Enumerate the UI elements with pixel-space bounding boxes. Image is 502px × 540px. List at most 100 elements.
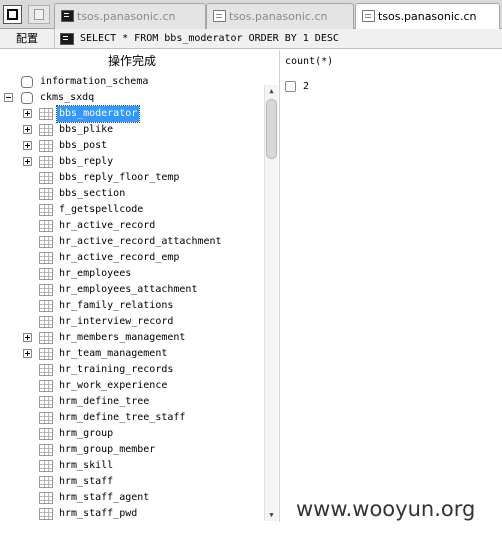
tree-table-hrm_define_tree[interactable]: hrm_define_tree (0, 394, 262, 410)
table-grid-icon (39, 268, 53, 280)
tree-table-bbs_post[interactable]: bbs_post (0, 138, 262, 154)
tree-table-bbs_section[interactable]: bbs_section (0, 186, 262, 202)
result-value: 2 (303, 81, 310, 92)
tree-item-label: bbs_plike (59, 124, 114, 135)
schema-tree-panel: 操作完成 information_schema ckms_sxdq bbs_mode… (0, 50, 280, 522)
tree-item-label: bbs_section (59, 188, 126, 199)
tree-item-label: hr_members_management (59, 332, 186, 343)
tree-table-hr_active_record_emp[interactable]: hr_active_record_emp (0, 250, 262, 266)
document-icon (362, 10, 375, 22)
table-grid-icon (39, 460, 53, 472)
tree-table-hrm_skill[interactable]: hrm_skill (0, 458, 262, 474)
tree-table-hrm_staff[interactable]: hrm_staff (0, 474, 262, 490)
tree-item-label: hrm_staff (59, 476, 114, 487)
scroll-up-arrow-icon[interactable]: ▲ (265, 85, 278, 97)
tab-2[interactable]: tsos.panasonic.cn (206, 3, 354, 29)
tree-item-label: hrm_define_tree_staff (59, 412, 186, 423)
column-header[interactable]: count(*) (285, 56, 333, 67)
plus-box-icon[interactable] (23, 349, 32, 358)
plus-box-icon[interactable] (23, 157, 32, 166)
tree-table-hrm_group_member[interactable]: hrm_group_member (0, 442, 262, 458)
database-icon (21, 76, 33, 88)
tab-3-active[interactable]: tsos.panasonic.cn (355, 3, 500, 30)
tree-database-ckms_sxdq[interactable]: ckms_sxdq (0, 90, 262, 106)
table-grid-icon (39, 220, 53, 232)
tree-table-hr_employees_attachment[interactable]: hr_employees_attachment (0, 282, 262, 298)
tree-item-label: hrm_group_member (59, 444, 156, 455)
tree-table-bbs_plike[interactable]: bbs_plike (0, 122, 262, 138)
tree-item-label: information_schema (40, 76, 149, 87)
tree-item-label: bbs_moderator (55, 105, 141, 123)
tree-table-hr_employees[interactable]: hr_employees (0, 266, 262, 282)
tree-item-label: hr_family_relations (59, 300, 174, 311)
plus-box-icon[interactable] (23, 333, 32, 342)
panel-toggle-button[interactable] (3, 5, 22, 24)
table-grid-icon (39, 236, 53, 248)
tree-table-hr_team_management[interactable]: hr_team_management (0, 346, 262, 362)
tree-table-hr_members_management[interactable]: hr_members_management (0, 330, 262, 346)
tree-table-hr_active_record[interactable]: hr_active_record (0, 218, 262, 234)
tree-item-label: hr_active_record_attachment (59, 236, 222, 247)
tree-table-hr_interview_record[interactable]: hr_interview_record (0, 314, 262, 330)
tree-table-bbs_moderator[interactable]: bbs_moderator (0, 105, 262, 123)
tree-table-hr_work_experience[interactable]: hr_work_experience (0, 378, 262, 394)
plus-box-icon[interactable] (23, 125, 32, 134)
table-grid-icon (39, 428, 53, 440)
tree-item-label: hrm_staff_agent (59, 492, 150, 503)
table-grid-icon (39, 412, 53, 424)
tree-table-bbs_reply[interactable]: bbs_reply (0, 154, 262, 170)
tree-item-label: bbs_reply_floor_temp (59, 172, 180, 183)
table-grid-icon (39, 172, 53, 184)
tree-table-hr_family_relations[interactable]: hr_family_relations (0, 298, 262, 314)
table-grid-icon (39, 348, 53, 360)
plus-box-icon[interactable] (23, 141, 32, 150)
tree-table-hr_training_records[interactable]: hr_training_records (0, 362, 262, 378)
scroll-down-arrow-icon[interactable]: ▼ (265, 509, 278, 521)
results-panel: count(*) 2 (281, 50, 502, 522)
table-grid-icon (39, 156, 53, 168)
table-grid-icon (39, 476, 53, 488)
table-grid-icon (39, 140, 53, 152)
tree-item-label: hr_employees_attachment (59, 284, 198, 295)
watermark: www.wooyun.org (296, 497, 476, 521)
tree-table-f_getspellcode[interactable]: f_getspellcode (0, 202, 262, 218)
square-icon (34, 9, 44, 20)
table-grid-icon (39, 508, 53, 520)
tree-table-bbs_reply_floor_temp[interactable]: bbs_reply_floor_temp (0, 170, 262, 186)
tree-table-hrm_staff_pwd[interactable]: hrm_staff_pwd (0, 506, 262, 522)
tree-scrollbar[interactable]: ▲ ▼ (264, 85, 278, 521)
table-grid-icon (39, 204, 53, 216)
scroll-thumb[interactable] (266, 99, 277, 159)
tree-table-hr_active_record_attachment[interactable]: hr_active_record_attachment (0, 234, 262, 250)
tab-1[interactable]: tsos.panasonic.cn (54, 3, 206, 29)
tree-table-hrm_group[interactable]: hrm_group (0, 426, 262, 442)
tree-item-label: hr_active_record (59, 220, 156, 231)
tree-item-label: hr_work_experience (59, 380, 168, 391)
tab-label: tsos.panasonic.cn (378, 10, 477, 23)
tree-table-hrm_define_tree_staff[interactable]: hrm_define_tree_staff (0, 410, 262, 426)
tree-database-information_schema[interactable]: information_schema (0, 74, 262, 90)
document-icon (213, 10, 226, 22)
tab-strip: tsos.panasonic.cn tsos.panasonic.cn tsos… (0, 0, 502, 30)
tree-item-label: hr_team_management (59, 348, 168, 359)
status-title: 操作完成 (107, 54, 156, 68)
terminal-icon (61, 10, 74, 22)
terminal-icon (60, 33, 74, 45)
tree-item-label: hrm_define_tree (59, 396, 150, 407)
table-grid-icon (39, 492, 53, 504)
panel-icon (7, 9, 18, 20)
minus-box-icon[interactable] (4, 93, 13, 102)
config-button[interactable]: 配置 (0, 29, 55, 49)
tree-table-hrm_staff_agent[interactable]: hrm_staff_agent (0, 490, 262, 506)
tree-item-label: hrm_group (59, 428, 114, 439)
tree-item-label: hr_training_records (59, 364, 174, 375)
sql-query-field[interactable]: SELECT * FROM bbs_moderator ORDER BY 1 D… (80, 29, 339, 49)
row-checkbox[interactable] (285, 81, 296, 92)
table-grid-icon (39, 252, 53, 264)
query-bar: 配置 SELECT * FROM bbs_moderator ORDER BY … (0, 29, 502, 49)
table-grid-icon (39, 396, 53, 408)
tree-item-label: f_getspellcode (59, 204, 144, 215)
plus-box-icon[interactable] (23, 109, 32, 118)
new-tab-button[interactable] (28, 5, 50, 24)
table-grid-icon (39, 444, 53, 456)
